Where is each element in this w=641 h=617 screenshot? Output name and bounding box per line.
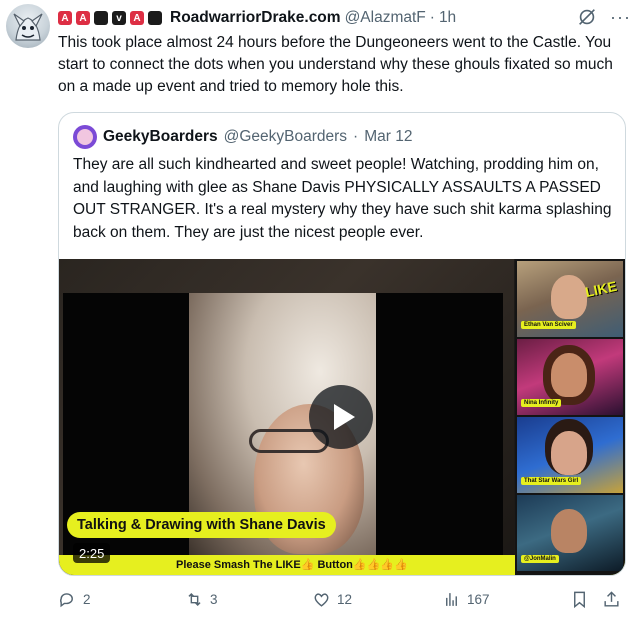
video-player[interactable]: Talking & Drawing with Shane Davis Pleas… (59, 259, 625, 575)
play-icon[interactable] (309, 385, 373, 449)
tweet-header: A A v A RoadwarriorDrake.com @AlazmatF ·… (58, 7, 456, 29)
like-button[interactable]: 12 (312, 590, 352, 609)
share-icon (604, 591, 619, 607)
person-head (551, 509, 587, 553)
like-count: 12 (337, 592, 353, 607)
separator-dot: · (353, 128, 359, 145)
quote-avatar[interactable] (73, 125, 97, 149)
repost-button[interactable]: 3 (185, 590, 218, 609)
badge-icon: A (76, 11, 90, 25)
video-duration: 2:25 (73, 543, 111, 563)
reply-icon (60, 593, 73, 608)
quote-text: They are all such kindhearted and sweet … (73, 156, 612, 241)
bookmark-button[interactable] (570, 590, 589, 609)
webcam-tile: LIKE Ethan Van Sciver (517, 261, 623, 337)
reply-count: 2 (83, 592, 91, 607)
webcam-label: @JonMalin (521, 555, 559, 563)
author-avatar[interactable] (6, 4, 50, 48)
webcam-tile: Nina Infinity (517, 339, 623, 415)
webcam-label: That Star Wars Girl (521, 477, 582, 485)
webcam-tile: @JonMalin (517, 495, 623, 571)
grok-icon[interactable] (576, 6, 598, 28)
person-head (551, 431, 587, 475)
view-count: 167 (467, 592, 490, 607)
like-logo: LIKE (583, 277, 619, 301)
tweet-text: This took place almost 24 hours before t… (58, 34, 613, 95)
author-handle[interactable]: @AlazmatF (345, 9, 426, 27)
person-head (551, 275, 587, 319)
webcam-label: Nina Infinity (521, 399, 562, 407)
badge-icon: A (58, 11, 72, 25)
author-name[interactable]: RoadwarriorDrake.com (170, 9, 341, 27)
repost-icon (188, 592, 201, 607)
more-icon[interactable]: ··· (610, 7, 631, 28)
heart-icon (314, 593, 329, 607)
badge-icon (94, 11, 108, 25)
person-head (551, 353, 587, 397)
tweet-actions: 2 3 12 167 (58, 590, 628, 612)
share-button[interactable] (602, 590, 621, 609)
bookmark-icon (574, 591, 585, 609)
reply-button[interactable]: 2 (58, 590, 91, 609)
webcam-label: Ethan Van Sciver (521, 321, 576, 329)
banner-text: Please Smash The LIKE👍 Button👍👍👍👍 (176, 559, 408, 571)
badge-icon: A (130, 11, 144, 25)
badge-icon (148, 11, 162, 25)
quote-author-name[interactable]: GeekyBoarders (103, 128, 218, 146)
quote-date[interactable]: Mar 12 (364, 128, 412, 146)
quote-header: GeekyBoarders @GeekyBoarders · Mar 12 (73, 125, 412, 149)
badge-icon: v (112, 11, 126, 25)
repost-count: 3 (210, 592, 218, 607)
show-title: Talking & Drawing with Shane Davis (67, 512, 336, 538)
views-button[interactable]: 167 (442, 590, 490, 609)
bar-chart-icon (446, 593, 457, 606)
quoted-tweet[interactable]: GeekyBoarders @GeekyBoarders · Mar 12 Th… (58, 112, 626, 576)
separator-dot: · (429, 9, 435, 26)
webcam-tile: That Star Wars Girl (517, 417, 623, 493)
tweet-time[interactable]: 1h (439, 9, 456, 27)
quote-author-handle[interactable]: @GeekyBoarders (224, 128, 347, 146)
webcam-column: LIKE Ethan Van Sciver Nina Infinity That… (515, 259, 625, 575)
